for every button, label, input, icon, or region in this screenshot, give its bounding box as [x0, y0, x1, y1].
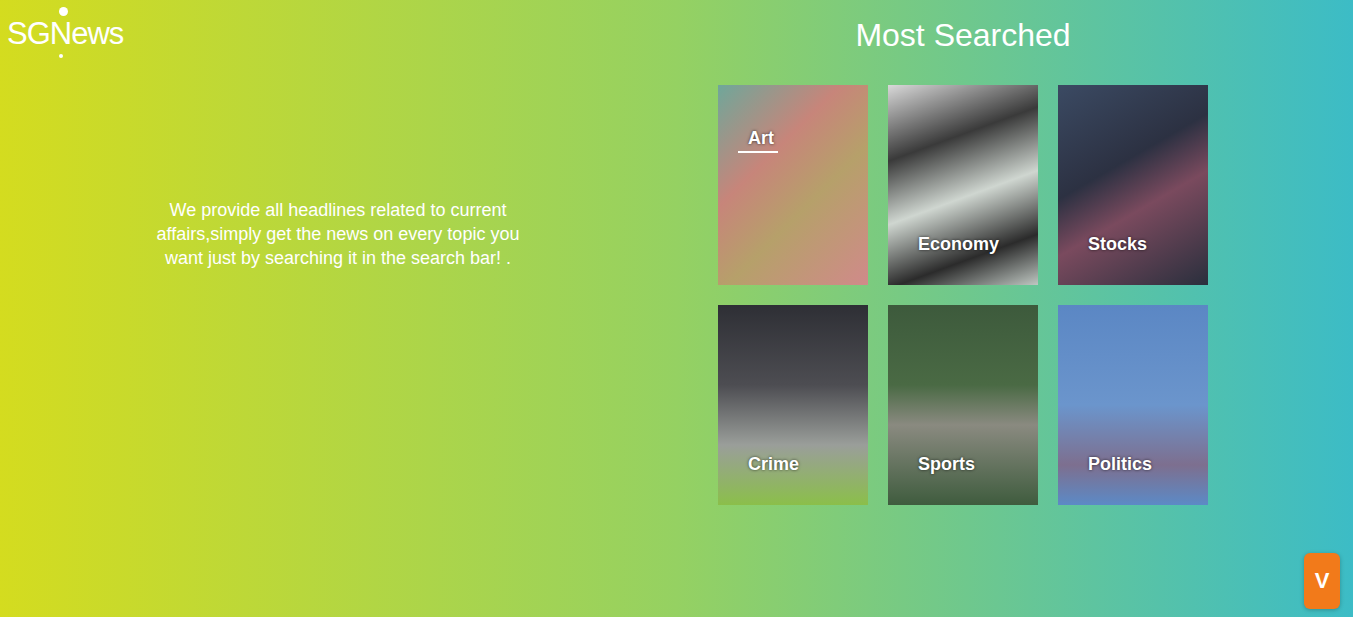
topic-label[interactable]: Art: [738, 127, 778, 153]
logo-text[interactable]: SGNews: [7, 16, 123, 52]
topic-label[interactable]: Sports: [918, 453, 979, 479]
tile-grid: Art Economy Stocks Crime Sports Politics: [718, 85, 1208, 505]
topic-tile[interactable]: Politics: [1058, 305, 1208, 505]
logo-dot-icon: [59, 7, 68, 16]
topic-label[interactable]: Stocks: [1088, 233, 1151, 259]
topic-label[interactable]: Politics: [1088, 453, 1156, 479]
most-searched-title: Most Searched: [855, 16, 1070, 54]
intro-text: We provide all headlines related to curr…: [142, 198, 534, 270]
page: SGNews We provide all headlines related t…: [0, 0, 1353, 617]
topic-tile[interactable]: Economy: [888, 85, 1038, 285]
spacer: [1250, 0, 1353, 617]
most-searched: Most Searched Art Economy Stocks Crime Sports…: [676, 0, 1250, 617]
topic-label[interactable]: Crime: [748, 453, 803, 479]
topic-label[interactable]: Economy: [918, 233, 1003, 259]
left-column: SGNews We provide all headlines related t…: [0, 0, 676, 617]
logo-dot-icon: [59, 54, 63, 58]
logo[interactable]: SGNews: [7, 16, 123, 52]
topic-tile[interactable]: Crime: [718, 305, 868, 505]
floating-button[interactable]: V: [1304, 553, 1340, 609]
topic-tile[interactable]: Stocks: [1058, 85, 1208, 285]
topic-tile[interactable]: Art: [718, 85, 868, 285]
topic-tile[interactable]: Sports: [888, 305, 1038, 505]
